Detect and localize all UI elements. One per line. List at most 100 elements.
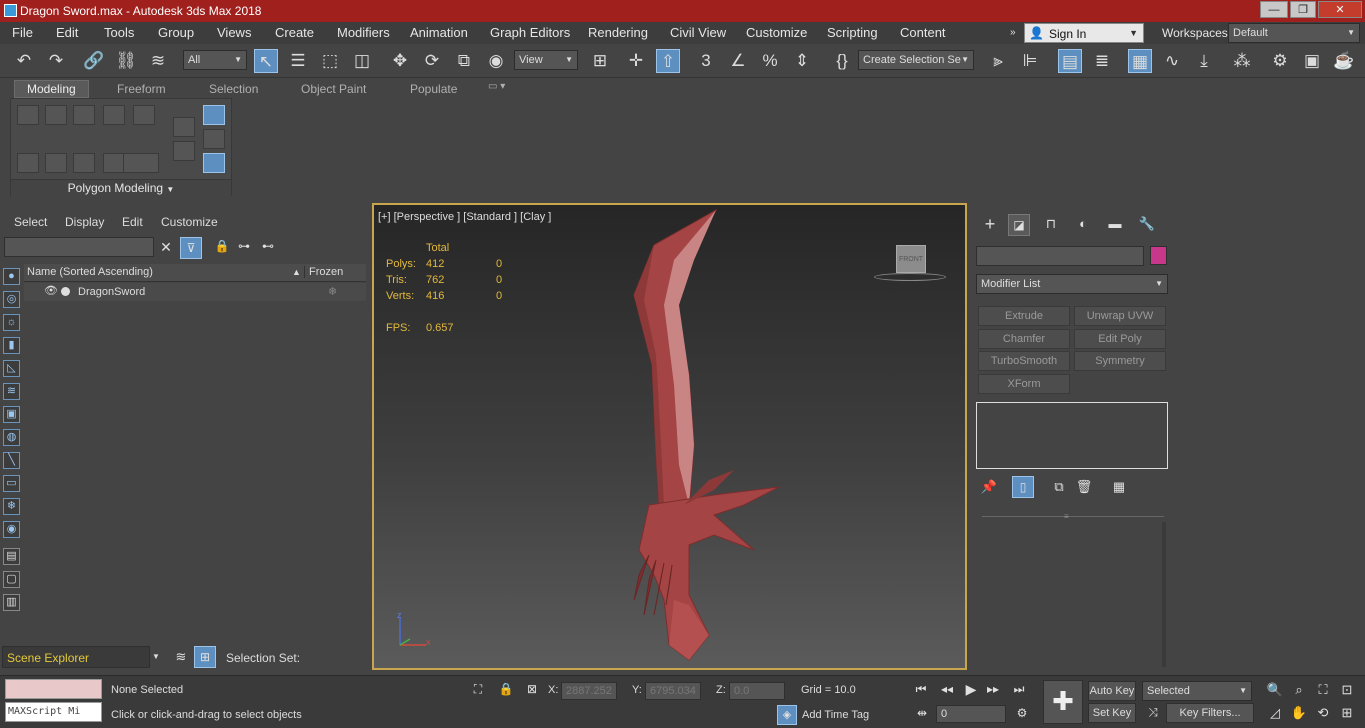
menu-content[interactable]: Content bbox=[900, 25, 946, 40]
modifier-stack[interactable] bbox=[976, 402, 1168, 469]
unlink-icon[interactable]: ⛓ bbox=[114, 49, 138, 73]
field-of-view-icon[interactable]: ◿ bbox=[1266, 705, 1284, 721]
menu-group[interactable]: Group bbox=[158, 25, 194, 40]
previous-frame-icon[interactable]: ◂◂ bbox=[938, 682, 956, 696]
rollout-grip-icon[interactable]: ≡ bbox=[1064, 512, 1069, 521]
xrefs-filter-icon[interactable]: ◍ bbox=[3, 429, 20, 446]
motion-tab-icon[interactable]: ◐ bbox=[1072, 216, 1094, 231]
layer-explorer-icon[interactable]: ≣ bbox=[1090, 49, 1114, 73]
unwrap-uvw-button[interactable]: Unwrap UVW bbox=[1074, 306, 1166, 326]
zoom-all-icon[interactable]: ⌕ bbox=[1290, 682, 1308, 698]
clear-search-icon[interactable]: ✕ bbox=[158, 239, 174, 256]
select-manipulate-icon[interactable]: ✛ bbox=[624, 49, 648, 73]
zoom-icon[interactable]: 🔍 bbox=[1266, 682, 1284, 698]
bind-space-warp-icon[interactable]: ≋ bbox=[146, 49, 170, 73]
object-name-input[interactable] bbox=[976, 246, 1144, 266]
zoom-extents-icon[interactable]: ⛶ bbox=[1314, 682, 1332, 698]
frozen-filter-icon[interactable]: ❄ bbox=[3, 498, 20, 515]
display-none-icon[interactable]: ▢ bbox=[3, 571, 20, 588]
xform-button[interactable]: XForm bbox=[978, 374, 1070, 394]
menu-file[interactable]: File bbox=[12, 25, 33, 40]
polygon-modeling-dropdown[interactable]: Polygon Modeling ▼ bbox=[11, 179, 231, 196]
percent-snap-icon[interactable]: % bbox=[758, 49, 782, 73]
set-key-button[interactable]: Set Key bbox=[1088, 703, 1136, 723]
time-configuration-icon[interactable]: ⚙ bbox=[1014, 706, 1030, 720]
remove-modifier-icon[interactable]: 🗑 bbox=[1075, 479, 1093, 495]
angle-snap-icon[interactable]: ∠ bbox=[726, 49, 750, 73]
collapse-stack-icon[interactable] bbox=[173, 141, 195, 161]
utilities-tab-icon[interactable]: 🔧 bbox=[1136, 216, 1158, 232]
rectangular-selection-icon[interactable]: ⬚ bbox=[318, 49, 342, 73]
explorer-name-field[interactable]: Scene Explorer bbox=[2, 646, 150, 668]
create-tab-icon[interactable]: + bbox=[978, 214, 1002, 235]
menu-customize[interactable]: Customize bbox=[746, 25, 807, 40]
polygon-mode-icon[interactable] bbox=[103, 105, 125, 125]
edge-mode-icon[interactable] bbox=[45, 105, 67, 125]
x-coordinate-field[interactable]: 2887.252 bbox=[561, 682, 617, 700]
menu-edit[interactable]: Edit bbox=[56, 25, 78, 40]
menu-views[interactable]: Views bbox=[217, 25, 251, 40]
viewcube-ring[interactable] bbox=[874, 273, 946, 281]
space-warps-filter-icon[interactable]: ≋ bbox=[3, 383, 20, 400]
scene-search-input[interactable] bbox=[4, 237, 154, 257]
move-icon[interactable]: ✥ bbox=[388, 49, 412, 73]
named-selection-dropdown[interactable]: Create Selection Se ▼ bbox=[858, 50, 974, 70]
reference-coordinate-dropdown[interactable]: View ▼ bbox=[514, 50, 578, 70]
extrude-button[interactable]: Extrude bbox=[978, 306, 1070, 326]
make-unique-icon[interactable]: ⧉ bbox=[1050, 479, 1068, 495]
modify-mode-icon[interactable] bbox=[173, 117, 195, 137]
lights-filter-icon[interactable]: ☼ bbox=[3, 314, 20, 331]
mirror-icon[interactable]: ⫸ bbox=[986, 49, 1010, 73]
modify-tab-icon[interactable]: ◪ bbox=[1008, 214, 1030, 236]
cameras-filter-icon[interactable]: ▮ bbox=[3, 337, 20, 354]
orbit-icon[interactable]: ⟲ bbox=[1314, 705, 1332, 721]
link-icon[interactable]: 🔗 bbox=[82, 49, 106, 73]
display-tab-icon[interactable]: ▬ bbox=[1104, 216, 1126, 231]
rotate-icon[interactable]: ⟳ bbox=[420, 49, 444, 73]
perspective-viewport[interactable]: [+] [Perspective ] [Standard ] [Clay ] T… bbox=[372, 203, 967, 670]
selection-filter-dropdown[interactable]: All ▼ bbox=[183, 50, 247, 70]
curve-editor-icon[interactable]: ∿ bbox=[1160, 49, 1184, 73]
go-to-end-icon[interactable]: ⏭ bbox=[1010, 682, 1028, 697]
column-frozen-header[interactable]: Frozen bbox=[304, 266, 343, 278]
column-name-header[interactable]: Name (Sorted Ascending) bbox=[27, 266, 153, 278]
play-icon[interactable]: ▶ bbox=[962, 681, 980, 698]
y-coordinate-field[interactable]: 6795.034 bbox=[645, 682, 701, 700]
hierarchy-collapse-icon[interactable]: ⊷ bbox=[260, 239, 276, 253]
time-tag-icon[interactable]: ◈ bbox=[777, 705, 797, 725]
menu-tools[interactable]: Tools bbox=[104, 25, 134, 40]
turbosmooth-button[interactable]: TurboSmooth bbox=[978, 351, 1070, 371]
bones-filter-icon[interactable]: ╲ bbox=[3, 452, 20, 469]
containers-filter-icon[interactable]: ▭ bbox=[3, 475, 20, 492]
scene-menu-customize[interactable]: Customize bbox=[161, 215, 218, 229]
vertex-mode-icon[interactable] bbox=[17, 105, 39, 125]
maxscript-listener-output[interactable] bbox=[5, 679, 102, 699]
selection-lock-icon[interactable]: 🔒 bbox=[498, 682, 514, 696]
menu-civil-view[interactable]: Civil View bbox=[670, 25, 726, 40]
menu-rendering[interactable]: Rendering bbox=[588, 25, 648, 40]
scene-menu-select[interactable]: Select bbox=[14, 215, 47, 229]
menu-overflow-icon[interactable]: » bbox=[1010, 27, 1016, 38]
command-panel-scrollbar[interactable] bbox=[1162, 522, 1166, 667]
scale-icon[interactable]: ⧉ bbox=[452, 49, 476, 73]
next-frame-icon[interactable]: ▸▸ bbox=[984, 682, 1002, 696]
select-by-name-icon[interactable]: ☰ bbox=[286, 49, 310, 73]
hidden-filter-icon[interactable]: ◉ bbox=[3, 521, 20, 538]
layers-icon[interactable]: ≋ bbox=[172, 649, 190, 665]
go-to-start-icon[interactable]: ⏮ bbox=[912, 682, 930, 697]
tab-object-paint[interactable]: Object Paint bbox=[301, 82, 366, 96]
menu-modifiers[interactable]: Modifiers bbox=[337, 25, 390, 40]
scene-menu-display[interactable]: Display bbox=[65, 215, 104, 229]
default-in-out-tangents-icon[interactable]: ⤨ bbox=[1144, 705, 1162, 720]
edit-named-selection-icon[interactable]: {} bbox=[830, 49, 854, 73]
current-frame-field[interactable]: 0 bbox=[936, 705, 1006, 723]
preserve-uvs-icon[interactable] bbox=[103, 153, 125, 173]
window-crossing-icon[interactable]: ◫ bbox=[350, 49, 374, 73]
modifier-list-dropdown[interactable]: Modifier List ▼ bbox=[976, 274, 1168, 294]
pivot-center-icon[interactable]: ⊞ bbox=[588, 49, 612, 73]
show-end-result-icon[interactable] bbox=[203, 105, 225, 125]
menu-scripting[interactable]: Scripting bbox=[827, 25, 878, 40]
dope-sheet-icon[interactable]: ⤓ bbox=[1192, 49, 1216, 73]
tab-modeling[interactable]: Modeling bbox=[14, 80, 89, 98]
symmetry-button[interactable]: Symmetry bbox=[1074, 351, 1166, 371]
